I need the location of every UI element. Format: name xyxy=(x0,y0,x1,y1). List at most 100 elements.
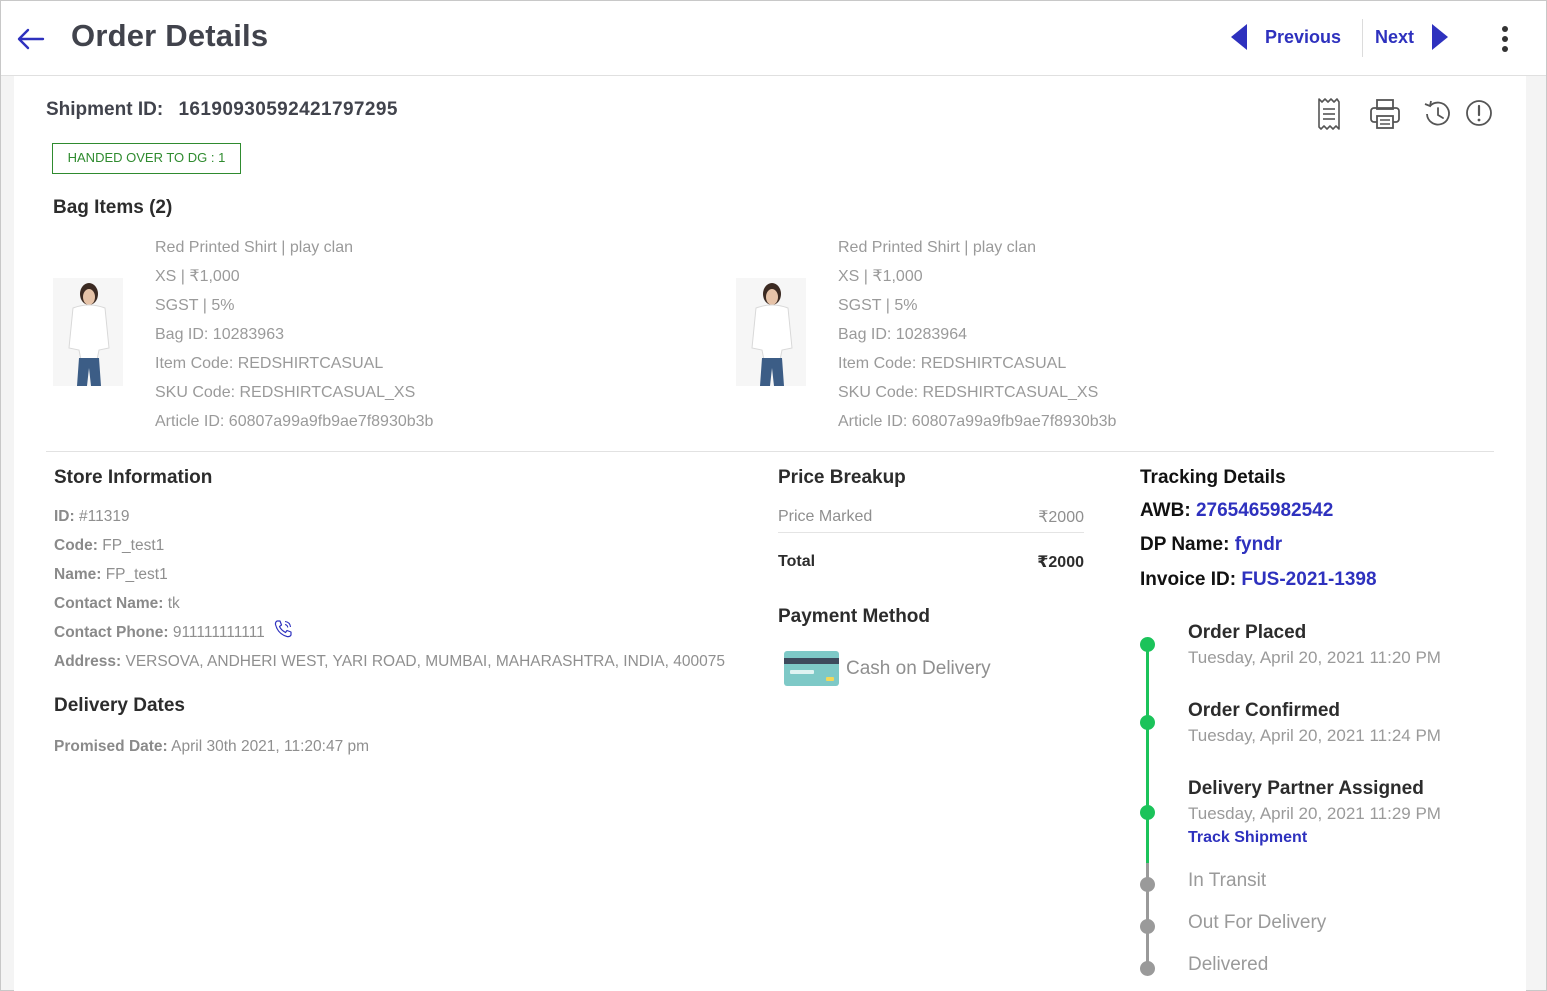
promised-date-value: April 30th 2021, 11:20:47 pm xyxy=(171,738,370,755)
timeline-dot xyxy=(1140,877,1155,892)
store-name-label: Name: xyxy=(54,566,102,583)
bag-item-sku-code: SKU Code: REDSHIRTCASUAL_XS xyxy=(838,384,1099,401)
next-label: Next xyxy=(1375,26,1415,47)
tracking-timeline: Order Placed Tuesday, April 20, 2021 11:… xyxy=(1134,622,1514,991)
bag-item-article-id: Article ID: 60807a99a9fb9ae7f8930b3b xyxy=(155,413,434,430)
next-button[interactable]: Next xyxy=(1375,17,1449,57)
store-id-row: ID: #11319 xyxy=(54,502,725,531)
dp-name-label: DP Name: xyxy=(1140,534,1230,555)
store-id-label: ID: xyxy=(54,508,75,525)
store-id-value: #11319 xyxy=(78,508,130,525)
timeline-step-label: Delivered xyxy=(1188,954,1269,975)
phone-icon[interactable] xyxy=(273,619,293,639)
address-value: VERSOVA, ANDHERI WEST, YARI ROAD, MUMBAI… xyxy=(125,653,725,670)
payment-method-label: Cash on Delivery xyxy=(846,657,991,679)
previous-label: Previous xyxy=(1265,26,1342,47)
nav-divider xyxy=(1362,19,1363,57)
printer-icon[interactable] xyxy=(1368,96,1402,132)
bag-item-bag-id: Bag ID: 10283963 xyxy=(155,326,284,343)
store-code-row: Code: FP_test1 xyxy=(54,531,725,560)
timeline-step-label: Order Confirmed xyxy=(1188,700,1341,721)
delivery-dates-title: Delivery Dates xyxy=(54,695,185,716)
bag-item-title: Red Printed Shirt | play clan xyxy=(155,239,354,256)
bag-item-bag-id: Bag ID: 10283964 xyxy=(838,326,967,343)
timeline-dot xyxy=(1140,961,1155,976)
address-label: Address: xyxy=(54,653,122,670)
store-info-title: Store Information xyxy=(54,467,213,488)
timeline-step-date: Tuesday, April 20, 2021 11:24 PM xyxy=(1188,726,1441,745)
timeline-step-date: Tuesday, April 20, 2021 11:20 PM xyxy=(1188,648,1441,667)
price-breakup-table: Price Marked ₹2000 Total ₹2000 xyxy=(778,502,1084,577)
invoice-id-row: Invoice ID: FUS-2021-1398 xyxy=(1140,569,1377,591)
price-total-label: Total xyxy=(778,553,816,570)
product-image[interactable] xyxy=(736,278,806,386)
price-marked-label: Price Marked xyxy=(778,508,873,525)
caret-right-icon xyxy=(1432,24,1449,50)
shipment-id-label: Shipment ID: xyxy=(46,99,164,120)
price-total-row: Total ₹2000 xyxy=(778,547,1084,577)
bag-item-tax: SGST | 5% xyxy=(155,297,235,314)
bag-item-item-code: Item Code: REDSHIRTCASUAL xyxy=(155,355,384,372)
bag-item-item-code: Item Code: REDSHIRTCASUAL xyxy=(838,355,1067,372)
contact-name-value: tk xyxy=(167,595,180,612)
section-divider xyxy=(46,451,1494,452)
awb-link[interactable]: 2765465982542 xyxy=(1196,500,1333,521)
timeline-step-label: Out For Delivery xyxy=(1188,912,1327,933)
bag-item-tax: SGST | 5% xyxy=(838,297,918,314)
price-total-value: ₹2000 xyxy=(1037,554,1084,571)
receipt-icon[interactable] xyxy=(1312,96,1346,132)
previous-button[interactable]: Previous xyxy=(1231,17,1341,57)
bag-item-details: Red Printed Shirt | play clan XS | ₹1,00… xyxy=(838,233,1116,436)
timeline-step-label: Delivery Partner Assigned xyxy=(1188,778,1424,799)
back-arrow-icon[interactable] xyxy=(15,23,47,55)
timeline-step-label: In Transit xyxy=(1188,870,1267,891)
bag-item-sku-code: SKU Code: REDSHIRTCASUAL_XS xyxy=(155,384,416,401)
awb-row: AWB: 2765465982542 xyxy=(1140,500,1333,522)
price-marked-value: ₹2000 xyxy=(1038,509,1084,526)
product-image[interactable] xyxy=(53,278,123,386)
bag-item-details: Red Printed Shirt | play clan XS | ₹1,00… xyxy=(155,233,433,436)
invoice-id-label: Invoice ID: xyxy=(1140,569,1237,590)
store-code-label: Code: xyxy=(54,537,98,554)
contact-name-label: Contact Name: xyxy=(54,595,164,612)
track-shipment-link[interactable]: Track Shipment xyxy=(1188,829,1307,847)
status-badge: HANDED OVER TO DG : 1 xyxy=(52,143,241,174)
contact-name-row: Contact Name: tk xyxy=(54,589,725,618)
bag-item-title: Red Printed Shirt | play clan xyxy=(838,239,1037,256)
timeline-dot xyxy=(1140,715,1155,730)
promised-date-label: Promised Date: xyxy=(54,738,168,755)
address-row: Address: VERSOVA, ANDHERI WEST, YARI ROA… xyxy=(54,647,725,676)
price-divider xyxy=(778,532,1084,533)
dp-name-link[interactable]: fyndr xyxy=(1235,534,1283,555)
caret-left-icon xyxy=(1231,24,1247,50)
bag-item-size-price: XS | ₹1,000 xyxy=(838,268,923,285)
price-breakup-title: Price Breakup xyxy=(778,467,906,488)
history-icon[interactable] xyxy=(1420,96,1454,132)
timeline-dot xyxy=(1140,919,1155,934)
timeline-step-label: Order Placed xyxy=(1188,622,1307,643)
timeline-dot xyxy=(1140,637,1155,652)
credit-card-icon xyxy=(784,651,839,686)
store-name-row: Name: FP_test1 xyxy=(54,560,725,589)
payment-method-title: Payment Method xyxy=(778,606,931,627)
page-header: Order Details Previous Next xyxy=(1,1,1546,76)
timeline-dot xyxy=(1140,805,1155,820)
delivery-dates-list: Promised Date: April 30th 2021, 11:20:47… xyxy=(54,732,369,761)
promised-date-row: Promised Date: April 30th 2021, 11:20:47… xyxy=(54,732,369,761)
tracking-details-title: Tracking Details xyxy=(1140,467,1286,488)
bag-item-size-price: XS | ₹1,000 xyxy=(155,268,240,285)
contact-phone-label: Contact Phone: xyxy=(54,624,169,641)
invoice-id-link[interactable]: FUS-2021-1398 xyxy=(1241,569,1376,590)
awb-label: AWB: xyxy=(1140,500,1191,521)
timeline-step-date: Tuesday, April 20, 2021 11:29 PM xyxy=(1188,804,1441,823)
payment-method-row: Cash on Delivery xyxy=(784,651,991,686)
shipment-id-value: 16190930592421797295 xyxy=(178,99,398,120)
page-title: Order Details xyxy=(71,18,269,53)
dp-name-row: DP Name: fyndr xyxy=(1140,534,1282,556)
alert-icon[interactable] xyxy=(1462,96,1496,132)
more-vertical-icon[interactable] xyxy=(1495,23,1515,55)
order-card: Shipment ID: 16190930592421797295 HANDED… xyxy=(14,76,1526,991)
store-info-list: ID: #11319 Code: FP_test1 Name: FP_test1… xyxy=(54,502,725,676)
bag-item-article-id: Article ID: 60807a99a9fb9ae7f8930b3b xyxy=(838,413,1117,430)
bag-items-title: Bag Items (2) xyxy=(53,197,173,218)
